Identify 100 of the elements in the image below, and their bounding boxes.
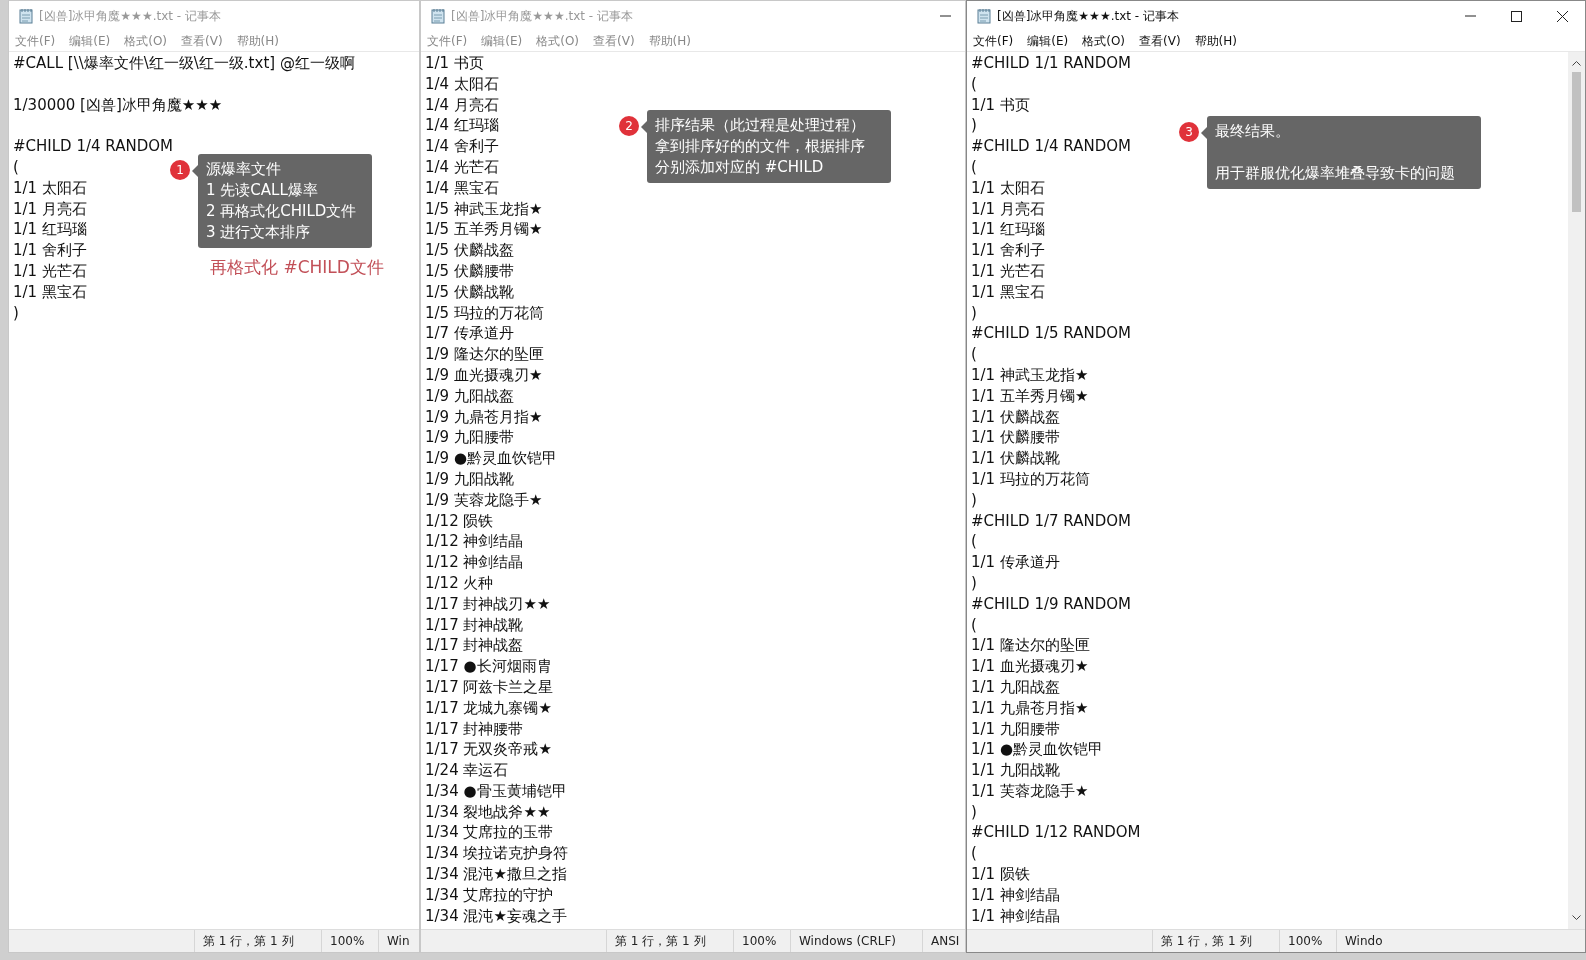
menu-item[interactable]: 查看(V) [1139, 32, 1181, 50]
text-line: 1/9 血光摄魂刃★ [425, 364, 543, 386]
text-line: 1/5 玛拉的万花筒 [425, 302, 544, 324]
text-line: 1/9 九阳腰带 [425, 427, 514, 449]
text-line: 1/17 封神战盔 [425, 635, 524, 657]
text-line: 1/1 神剑结晶 [971, 905, 1060, 927]
text-line: 1/34 混沌★妄魂之手 [425, 905, 567, 927]
text-line: #CHILD 1/12 RANDOM [971, 822, 1141, 844]
text-line: 1/12 陨铁 [425, 510, 494, 532]
text-line: 1/1 玛拉的万花筒 [971, 468, 1090, 490]
text-line: 1/1 太阳石 [13, 177, 87, 199]
text-line: 1/5 伏麟腰带 [425, 260, 514, 282]
status-text: 第 1 行，第 1 列 [606, 930, 733, 952]
callout-text: 源爆率文件 [206, 159, 282, 180]
close-icon [1556, 10, 1568, 22]
status-text: 100% [321, 930, 378, 952]
text-line: 1/4 太阳石 [425, 73, 499, 95]
callout-text: 排序结果（此过程是处理过程） [655, 115, 866, 136]
text-line: #CHILD 1/4 RANDOM [971, 136, 1131, 157]
text-line: 1/1 神武玉龙指★ [971, 364, 1089, 386]
text-line: 1/34 艾席拉的玉带 [425, 822, 554, 844]
text-line: ) [971, 489, 977, 511]
text-line: 1/34 裂地战斧★★ [425, 801, 551, 823]
text-line: 1/1 伏麟腰带 [971, 427, 1060, 449]
text-line: 1/4 月亮石 [425, 94, 499, 116]
text-line: 1/17 阿兹卡兰之星 [425, 676, 554, 698]
status-text: 第 1 行，第 1 列 [194, 930, 321, 952]
callout-text: 2 再格式化CHILD文件 [206, 201, 358, 222]
text-line: 1/1 五羊秀月镯★ [971, 385, 1089, 407]
scroll-up-icon[interactable] [1572, 60, 1581, 66]
menu-item[interactable]: 查看(V) [593, 32, 635, 50]
status-text: 100% [1279, 930, 1336, 952]
text-line: 1/1 书页 [971, 94, 1030, 116]
text-line: 1/7 传承道丹 [425, 323, 514, 345]
annotation-text: 再格式化 #CHILD文件 [210, 256, 384, 279]
text-line: 1/9 九鼎苍月指★ [425, 406, 543, 428]
text-line: #CHILD 1/1 RANDOM [971, 53, 1131, 74]
menu-item[interactable]: 编辑(E) [481, 32, 523, 50]
text-line: #CALL [\\爆率文件\红一级\红一级.txt] @红一级啊 [13, 53, 355, 74]
text-line: 1/9 隆达尔的坠匣 [425, 344, 544, 365]
text-line: 1/1 红玛瑙 [971, 219, 1045, 241]
text-line: #CHILD 1/7 RANDOM [971, 510, 1131, 532]
callout-text: 最终结果。 [1215, 121, 1291, 142]
text-line: #CHILD 1/5 RANDOM [971, 323, 1131, 345]
menu-item[interactable]: 编辑(E) [1027, 32, 1069, 50]
menu-item[interactable]: 文件(F) [427, 32, 468, 50]
menu-item[interactable]: 文件(F) [15, 32, 56, 50]
status-text: 100% [733, 930, 790, 952]
text-line: 1/34 混沌★撒旦之指 [425, 864, 567, 885]
text-line: 1/1 舍利子 [971, 240, 1045, 261]
minimize-icon [1464, 15, 1476, 17]
text-line: #CHILD 1/4 RANDOM [13, 136, 173, 157]
text-line: 1/12 神剑结晶 [425, 552, 524, 573]
menu-item[interactable]: 格式(O) [124, 32, 168, 50]
text-line: 1/34 ●骨玉黄埔铠甲 [425, 780, 567, 802]
text-line: 1/12 火种 [425, 572, 494, 594]
menu-item[interactable]: 帮助(H) [1194, 32, 1237, 50]
text-line: 1/4 舍利子 [425, 136, 499, 157]
text-line: 1/9 九阳战靴 [425, 468, 514, 490]
menu-item[interactable]: 查看(V) [181, 32, 223, 50]
menu-item[interactable]: 帮助(H) [648, 32, 691, 50]
menu-item[interactable]: 格式(O) [536, 32, 580, 50]
text-line: 1/1 太阳石 [971, 177, 1045, 199]
text-line: 1/1 血光摄魂刃★ [971, 656, 1089, 677]
text-line: 1/34 艾席拉的守护 [425, 884, 554, 906]
text-line: 1/17 封神战刃★★ [425, 593, 551, 615]
callout-text: 1 先读CALL爆率 [206, 180, 319, 201]
menu-item[interactable]: 编辑(E) [69, 32, 111, 50]
text-line: 1/1 黑宝石 [971, 281, 1045, 303]
scrollbar[interactable] [1568, 52, 1585, 929]
maximize-icon [1510, 10, 1522, 22]
text-line: ( [971, 73, 977, 95]
menu-item[interactable]: 文件(F) [973, 32, 1014, 50]
text-line: 1/5 伏麟战盔 [425, 240, 514, 261]
status-text: Windows (CRLF) [790, 930, 922, 952]
text-line: ) [971, 801, 977, 823]
text-line: ) [13, 302, 19, 324]
text-line: 1/24 幸运石 [425, 760, 509, 781]
text-line: 1/17 封神腰带 [425, 718, 524, 740]
text-line: 1/1 黑宝石 [13, 281, 87, 303]
menu-item[interactable]: 格式(O) [1082, 32, 1126, 50]
text-line: 1/1 月亮石 [13, 198, 87, 220]
text-line: 1/1 光芒石 [971, 260, 1045, 282]
text-line: 1/5 五羊秀月镯★ [425, 219, 543, 241]
text-line: 1/12 神剑结晶 [425, 531, 524, 553]
text-line: 1/1 ●黔灵血饮铠甲 [971, 739, 1103, 761]
text-line: #CHILD 1/9 RANDOM [971, 593, 1131, 615]
text-line: ( [13, 157, 19, 178]
status-text: Windo [1336, 930, 1468, 952]
text-line: 1/17 封神战靴 [425, 614, 524, 636]
text-line: 1/1 舍利子 [13, 240, 87, 261]
menu-item[interactable]: 帮助(H) [236, 32, 279, 50]
text-line: 1/1 九阳战靴 [971, 760, 1060, 781]
scrollbar-thumb[interactable] [1572, 72, 1581, 212]
notepad-icon [431, 8, 445, 24]
text-line: ( [971, 344, 977, 365]
callout-text: 3 进行文本排序 [206, 222, 312, 243]
text-line: 1/1 神剑结晶 [971, 884, 1060, 906]
scroll-down-icon[interactable] [1572, 915, 1581, 921]
text-line: 1/4 光芒石 [425, 157, 499, 178]
